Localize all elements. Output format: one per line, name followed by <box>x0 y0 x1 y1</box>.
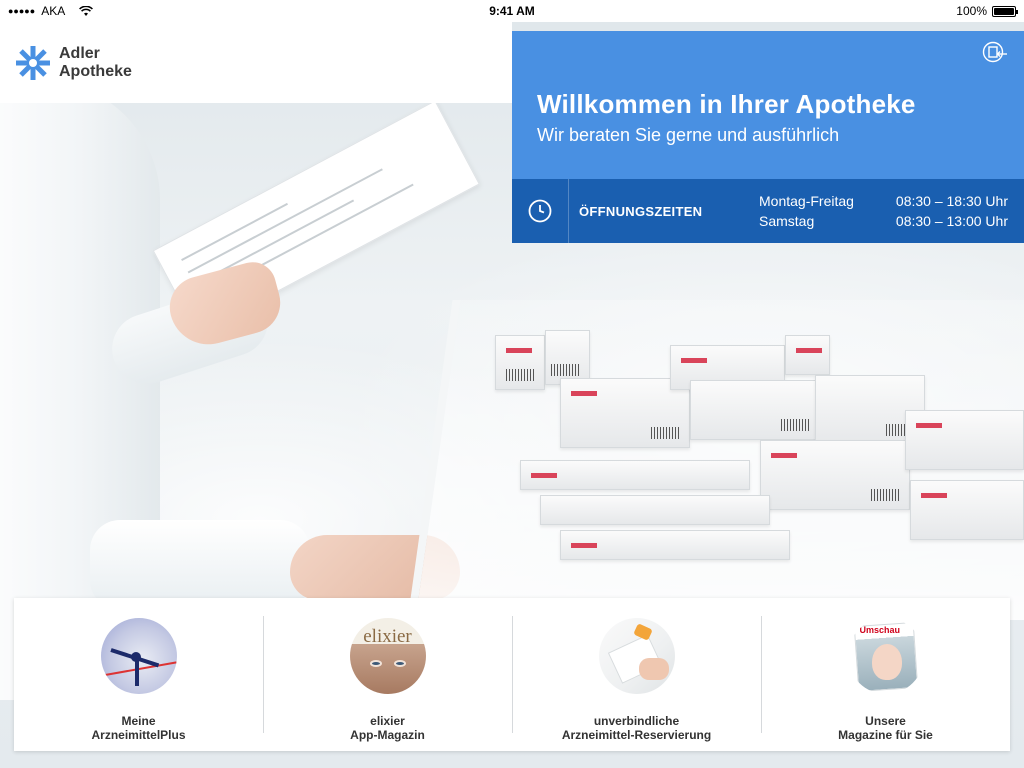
tile-label-line1: elixier <box>370 714 405 728</box>
medicine-box <box>540 495 770 525</box>
tile-label-line2: Magazine für Sie <box>838 728 933 742</box>
clock-icon <box>528 199 552 223</box>
tile-reservierung[interactable]: unverbindliche Arzneimittel-Reservierung <box>512 598 761 751</box>
carrier-name: AKA <box>41 4 66 18</box>
opening-hours-table: Montag-Freitag 08:30 – 18:30 Uhr Samstag… <box>759 191 1024 231</box>
welcome-title: Willkommen in Ihrer Apotheke <box>537 89 916 119</box>
clock-icon-cell <box>512 179 569 243</box>
clock-time: 9:41 AM <box>489 4 535 18</box>
umschau-masthead: Umschau <box>859 625 901 635</box>
hours-time: 08:30 – 18:30 Uhr <box>895 193 1008 209</box>
pharmacy-name: Adler Apotheke <box>59 45 132 81</box>
tile-label-line2: Arzneimittel-Reservierung <box>561 728 712 742</box>
arzneimittelplus-image <box>100 618 177 694</box>
pharmacist-sleeve <box>90 520 310 610</box>
umschau-magazine-image: Umschau <box>847 618 924 694</box>
tile-label: Meine ArzneimittelPlus <box>91 714 185 742</box>
opening-hours-label: ÖFFNUNGSZEITEN <box>579 203 703 219</box>
status-bar: ●●●●● AKA 9:41 AM 100% <box>0 0 1024 22</box>
tile-magazine[interactable]: Umschau Unsere Magazine für Sie <box>761 598 1010 751</box>
hours-time: 08:30 – 13:00 Uhr <box>895 213 1008 229</box>
hours-row: Montag-Freitag 08:30 – 18:30 Uhr <box>759 191 1008 211</box>
medicine-box <box>905 410 1024 470</box>
tile-label: unverbindliche Arzneimittel-Reservierung <box>562 714 711 742</box>
tile-arzneimittelplus[interactable]: Meine ArzneimittelPlus <box>14 598 263 751</box>
tile-label: elixier App-Magazin <box>350 714 425 742</box>
battery-icon <box>992 5 1018 17</box>
welcome-panel: Willkommen in Ihrer Apotheke Wir beraten… <box>512 31 1024 179</box>
medicine-box <box>785 335 830 375</box>
tile-label-line1: Meine <box>121 714 156 728</box>
tile-label: Unsere Magazine für Sie <box>838 714 933 742</box>
medicine-box <box>495 335 545 390</box>
hours-day: Samstag <box>759 213 815 229</box>
tile-elixier-magazin[interactable]: elixier elixier App-Magazin <box>263 598 512 751</box>
feature-tiles: Meine ArzneimittelPlus elixier elixier A… <box>14 598 1010 751</box>
wifi-icon <box>79 5 94 16</box>
opening-hours-bar[interactable]: ÖFFNUNGSZEITEN Montag-Freitag 08:30 – 18… <box>512 179 1024 243</box>
hours-day: Montag-Freitag <box>759 193 854 209</box>
pharmacy-name-line1: Adler <box>59 44 100 62</box>
pharmacy-name-line2: Apotheke <box>59 62 132 80</box>
signal-strength-icon: ●●●●● <box>8 6 36 16</box>
reservation-image <box>598 618 675 694</box>
tile-label-line1: Unsere <box>865 714 906 728</box>
medicine-box <box>520 460 750 490</box>
tile-label-line1: unverbindliche <box>593 714 680 728</box>
tile-label-line2: ArzneimittelPlus <box>91 728 186 742</box>
medicine-box <box>910 480 1024 540</box>
medicine-box <box>560 530 790 560</box>
medicine-box <box>545 330 590 385</box>
logo-panel[interactable]: Adler Apotheke <box>0 22 512 103</box>
elixier-brand-text: elixier <box>363 626 412 647</box>
tile-label-line2: App-Magazin <box>350 728 425 742</box>
welcome-subtitle: Wir beraten Sie gerne und ausführlich <box>537 125 840 145</box>
hours-row: Samstag 08:30 – 13:00 Uhr <box>759 211 1008 231</box>
pharmacy-asterisk-icon <box>16 45 50 80</box>
elixier-magazine-image: elixier <box>349 618 426 694</box>
logout-icon[interactable] <box>982 41 1008 63</box>
battery-percent: 100% <box>956 4 987 18</box>
medicine-box <box>690 380 820 440</box>
medicine-box <box>760 440 910 510</box>
